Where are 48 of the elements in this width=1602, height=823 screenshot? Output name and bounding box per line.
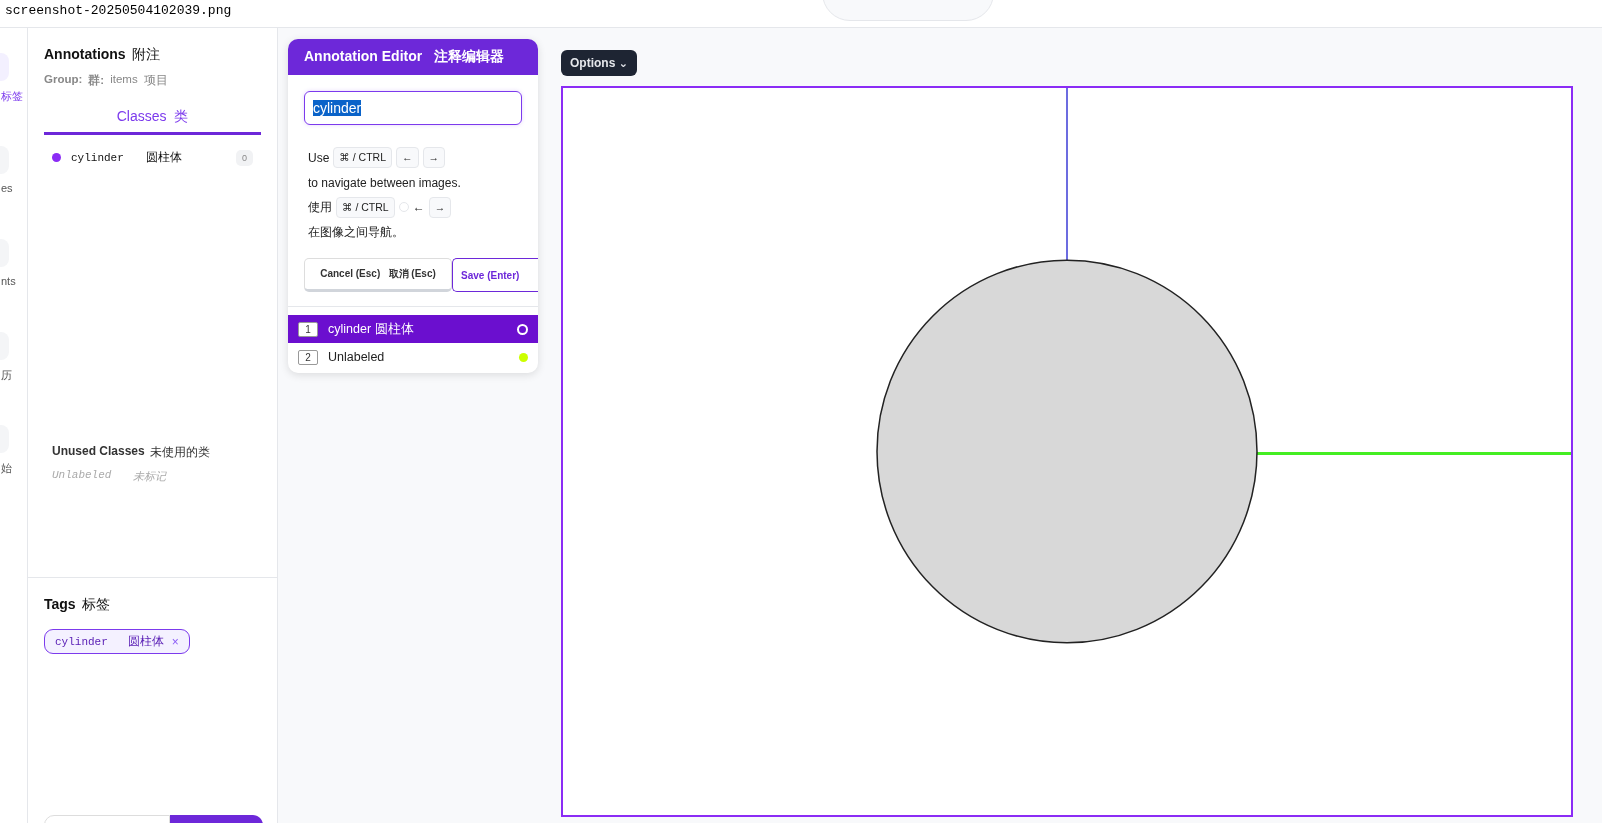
hint-text: 使用 xyxy=(308,199,332,217)
image-canvas[interactable] xyxy=(561,86,1573,817)
hint-text: 在图像之间导航。 xyxy=(308,224,404,242)
class-count: 0 xyxy=(236,149,253,166)
arrow-glyph: ← xyxy=(412,199,425,217)
group-label: Group: xyxy=(44,73,83,87)
key-cap: → xyxy=(422,147,445,169)
group-label-cn: 群: xyxy=(88,73,105,88)
unused-title-cn: 未使用的类 xyxy=(149,444,210,461)
classes-tab[interactable]: Classes 类 xyxy=(44,104,261,135)
annotation-row[interactable]: 1 cylinder 圆柱体 xyxy=(288,315,538,344)
unused-title: Unused Classes xyxy=(52,444,145,460)
key-cap: ⌘ / CTRL xyxy=(336,197,395,218)
annotation-label: Unlabeled xyxy=(328,350,385,365)
class-name-cn[interactable]: 圆柱体 xyxy=(145,149,182,166)
editor-title: Annotation Editor xyxy=(304,48,423,66)
unused-class-name-cn: 未标记 xyxy=(133,469,167,484)
group-value-cn: 项目 xyxy=(143,73,168,88)
cancel-button[interactable]: Cancel (Esc) 取消 (Esc) xyxy=(304,258,452,293)
key-cap: ← xyxy=(396,147,419,169)
key-cap: ⌘ / CTRL xyxy=(333,147,392,169)
class-name[interactable]: cylinder xyxy=(71,151,124,164)
remove-tag-button[interactable]: × xyxy=(171,634,179,649)
hint-text: Use xyxy=(308,149,330,167)
rail-label[interactable]: 标签 xyxy=(0,89,23,104)
annotation-row[interactable]: 2 Unlabeled xyxy=(288,343,538,372)
save-button[interactable]: Save (Enter) xyxy=(452,258,538,293)
rail-label[interactable]: nts xyxy=(0,275,16,287)
unused-class-name: Unlabeled xyxy=(52,469,112,483)
rail-label[interactable]: 历 xyxy=(0,368,12,383)
annotation-label: cylinder 圆柱体 xyxy=(328,320,414,338)
panel-title-cn: 附注 xyxy=(131,46,160,64)
tags-title: Tags xyxy=(44,596,76,614)
class-input-field[interactable]: cylinder xyxy=(304,91,522,125)
file-title: screenshot-20250504102039.png xyxy=(5,3,232,18)
rail-label[interactable]: es xyxy=(0,182,13,194)
group-value: items xyxy=(110,73,138,87)
rail-label[interactable]: 始 xyxy=(0,461,12,476)
editor-title-cn: 注释编辑器 xyxy=(434,48,505,66)
index-badge: 1 xyxy=(298,321,318,337)
index-badge: 2 xyxy=(298,349,318,365)
tags-title-cn: 标签 xyxy=(81,596,110,614)
key-cap: → xyxy=(428,197,452,218)
tag-name-cn: 圆柱体 xyxy=(127,633,164,650)
panel-title: Annotations xyxy=(44,46,126,64)
options-button[interactable]: Options ⌄ xyxy=(561,50,637,76)
tag-name: cylinder xyxy=(55,635,108,648)
hint-text: to navigate between images. xyxy=(308,174,461,192)
